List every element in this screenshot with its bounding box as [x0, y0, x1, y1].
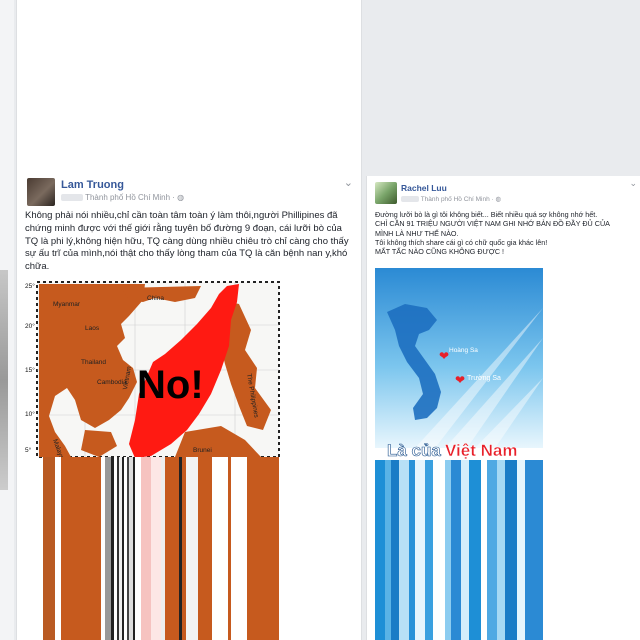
- post-line: CHỈ CẦN 91 TRIỆU NGƯỜI VIỆT NAM GHI NHỚ …: [375, 219, 610, 238]
- label-brunei: Brunei: [193, 447, 212, 454]
- post-image-vietnam[interactable]: ❤ Hoàng Sa ❤ Trường Sa Là của Việt Nam: [375, 268, 543, 640]
- location-label[interactable]: Thành phố Hồ Chí Minh: [85, 193, 170, 202]
- map-frame: No! Myanmar China Laos Thailand Cambodia…: [25, 281, 280, 465]
- svg-text:❤: ❤: [455, 373, 465, 387]
- avatar[interactable]: [27, 178, 55, 206]
- post-line: MẤT TẤC NÀO CŨNG KHÔNG ĐƯỢC !: [375, 247, 505, 257]
- right-column-background: [366, 0, 640, 170]
- post-card-lam-truong: Lam Truong Thành phố Hồ Chí Minh · ◍ ⌄ K…: [16, 170, 362, 640]
- post-line: Tôi không thích share cái gì có chữ quốc…: [375, 237, 548, 247]
- no-stamp: No!: [137, 363, 204, 407]
- post-meta: Thành phố Hồ Chí Minh · ◍: [61, 193, 184, 202]
- svg-text:❤: ❤: [439, 349, 449, 363]
- post-image-map[interactable]: No! Myanmar China Laos Thailand Cambodia…: [25, 280, 281, 640]
- author-name[interactable]: Rachel Luu: [401, 183, 447, 193]
- label-truong-sa: Trường Sa: [467, 375, 501, 382]
- banner-prefix: Là của: [387, 441, 441, 460]
- previous-post-card: [16, 0, 362, 171]
- label-hoang-sa: Hoàng Sa: [449, 347, 478, 354]
- label-china: China: [147, 295, 164, 302]
- post-meta: Thành phố Hồ Chí Minh · ◍: [401, 195, 501, 203]
- post-text: Đường lưỡi bò là gì tôi không biết... Bi…: [375, 210, 611, 256]
- globe-icon: · ◍: [172, 193, 185, 202]
- lat-tick: 15°: [25, 366, 35, 374]
- banner: Là của Việt Nam: [387, 441, 518, 461]
- location-label[interactable]: Thành phố Hồ Chí Minh: [421, 196, 490, 203]
- author-name[interactable]: Lam Truong: [61, 179, 124, 191]
- lat-tick: 20°: [25, 322, 35, 330]
- post-card-rachel-luu: Rachel Luu Thành phố Hồ Chí Minh · ◍ ⌄ Đ…: [366, 176, 640, 640]
- post-line: Đường lưỡi bò là gì tôi không biết... Bi…: [375, 210, 598, 219]
- label-laos: Laos: [85, 325, 100, 332]
- chevron-down-icon[interactable]: ⌄: [344, 176, 353, 189]
- label-thailand: Thailand: [81, 359, 106, 366]
- chevron-down-icon[interactable]: ⌄: [629, 178, 637, 189]
- timestamp-blur: [401, 196, 419, 203]
- lat-tick: 25°: [25, 282, 35, 290]
- image-stretch-artifact: [43, 457, 279, 640]
- lat-tick: 10°: [25, 410, 35, 418]
- avatar[interactable]: [375, 182, 397, 204]
- banner-highlight: Việt Nam: [445, 441, 517, 460]
- post-text: Không phải nói nhiều,chỉ cần toàn tâm to…: [25, 210, 349, 273]
- lat-tick: 5°: [25, 446, 32, 454]
- label-myanmar: Myanmar: [53, 301, 81, 308]
- timestamp-blur: [61, 194, 83, 202]
- offscreen-image-edge: [0, 270, 8, 490]
- heart-icon: ❤: [439, 349, 449, 363]
- image-stretch-artifact: [375, 460, 543, 640]
- globe-icon: · ◍: [491, 196, 502, 203]
- heart-icon: ❤: [455, 373, 465, 387]
